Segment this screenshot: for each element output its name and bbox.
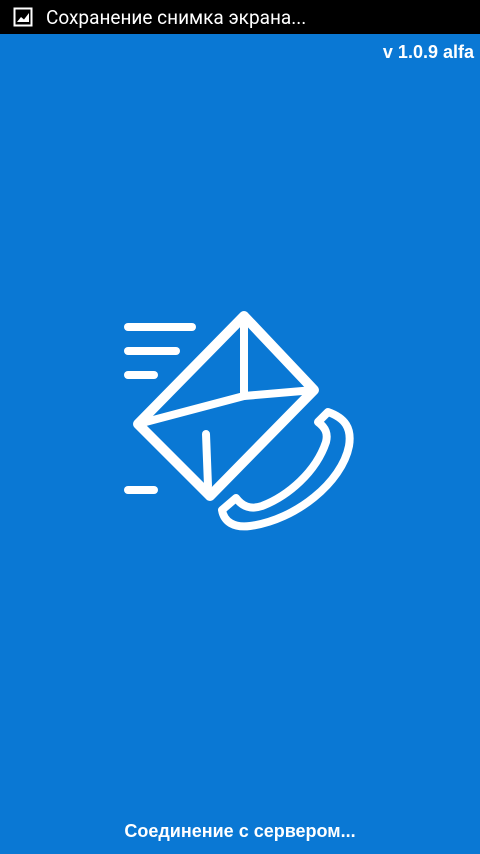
version-label: v 1.0.9 alfa xyxy=(382,42,474,62)
splash-screen: Сохранение снимка экрана... v 1.0.9 alfa xyxy=(0,0,480,854)
status-bar: Сохранение снимка экрана... xyxy=(0,0,480,34)
connection-status-text: Соединение с сервером... xyxy=(124,821,356,841)
notification-text: Сохранение снимка экрана... xyxy=(46,5,307,29)
mail-phone-icon xyxy=(120,310,360,540)
screenshot-gallery-icon xyxy=(12,6,34,28)
